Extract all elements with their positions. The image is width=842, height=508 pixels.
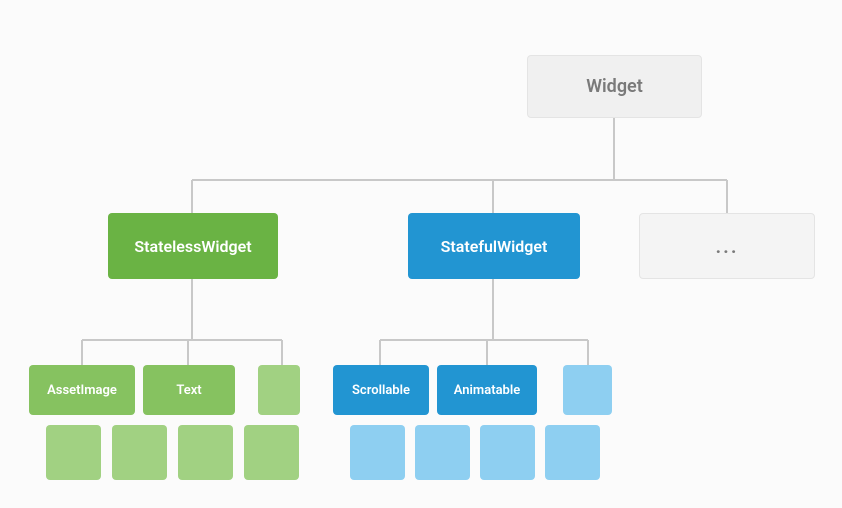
node-label: StatelessWidget: [134, 237, 251, 256]
node-asset-image: AssetImage: [29, 365, 135, 415]
node-label: Widget: [586, 76, 643, 97]
placeholder-blue-sq-1: [350, 425, 405, 480]
node-stateless-widget: StatelessWidget: [108, 213, 278, 279]
node-stateful-widget: StatefulWidget: [408, 213, 580, 279]
ellipsis-label: ...: [715, 234, 738, 258]
node-more-widgets: ...: [639, 213, 815, 279]
node-label: Scrollable: [352, 383, 410, 398]
placeholder-green-sq-2: [112, 425, 167, 480]
node-animatable: Animatable: [437, 365, 537, 415]
placeholder-green-sq-3: [178, 425, 233, 480]
node-label: Text: [176, 383, 201, 398]
node-scrollable: Scrollable: [333, 365, 429, 415]
placeholder-blue-sq-3: [480, 425, 535, 480]
node-stateful-blank-child: [563, 365, 612, 415]
node-label: AssetImage: [47, 383, 117, 398]
placeholder-blue-sq-4: [545, 425, 600, 480]
placeholder-green-sq-1: [46, 425, 101, 480]
node-stateless-blank-child: [258, 365, 300, 415]
placeholder-blue-sq-2: [415, 425, 470, 480]
placeholder-green-sq-4: [244, 425, 299, 480]
node-label: Animatable: [454, 383, 520, 398]
node-text: Text: [143, 365, 235, 415]
node-label: StatefulWidget: [441, 237, 548, 256]
node-widget-root: Widget: [527, 55, 702, 118]
